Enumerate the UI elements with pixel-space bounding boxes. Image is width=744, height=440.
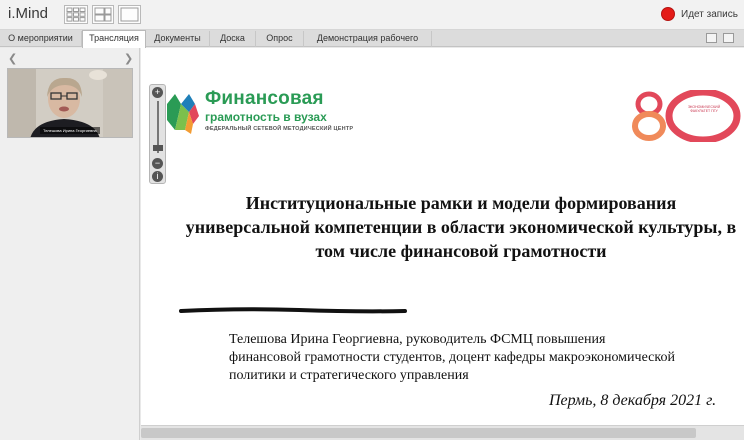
single-layout-icon (120, 7, 139, 22)
recording-label: Идет запись (681, 9, 738, 20)
presenter-video[interactable]: Телешова Ирина Георгиевна (7, 68, 133, 138)
faculty-label: ЭКОНОМИЧЕСКИЙ ФАКУЛЬТЕТ ПГУ (687, 105, 721, 113)
split-layout-button[interactable] (92, 5, 114, 24)
participants-panel: ❮ ❯ Телешова Ирина Георгиевна (0, 48, 140, 440)
zoom-in-icon[interactable]: + (152, 87, 163, 98)
grid-layout-button[interactable] (64, 5, 88, 24)
author-line-2: финансовой грамотности студентов, доцент… (229, 350, 675, 365)
zoom-out-icon[interactable]: − (152, 158, 163, 169)
tab-broadcast[interactable]: Трансляция (82, 30, 146, 48)
logo-title: Финансовая (205, 88, 324, 109)
grid-layout-icon (66, 7, 86, 22)
slide-author: Телешова Ирина Георгиевна, руководитель … (229, 331, 744, 385)
logo-subtitle: грамотность в вузах (205, 110, 327, 124)
top-bar: i.Mind Идет запись (0, 0, 744, 30)
tab-bar: О мероприятии Трансляция Документы Доска… (0, 30, 744, 58)
zoom-slider-handle[interactable] (153, 145, 163, 151)
recording-indicator-icon (661, 7, 675, 21)
tab-screen-share[interactable]: Демонстрация рабочего стола (304, 31, 432, 58)
faculty-80-logo-icon (632, 90, 741, 142)
logo-caption: ФЕДЕРАЛЬНЫЙ СЕТЕВОЙ МЕТОДИЧЕСКИЙ ЦЕНТР (205, 126, 354, 132)
info-icon[interactable]: i (152, 171, 163, 182)
prev-arrow-icon[interactable]: ❮ (8, 52, 17, 65)
next-arrow-icon[interactable]: ❯ (124, 52, 133, 65)
video-caption: Телешова Ирина Георгиевна (40, 127, 100, 134)
slide-title: Институциональные рамки и модели формиро… (185, 193, 737, 261)
tab-poll[interactable]: Опрос (256, 31, 304, 47)
zoom-control[interactable]: + − i (149, 84, 166, 184)
slide: Финансовая грамотность в вузах ФЕДЕРАЛЬН… (141, 48, 744, 425)
single-layout-button[interactable] (118, 5, 141, 24)
split-layout-icon (94, 7, 112, 22)
slide-date: Пермь, 8 декабря 2021 г. (549, 392, 717, 409)
author-line-1: Телешова Ирина Георгиевна, руководитель … (229, 332, 606, 347)
tab-about[interactable]: О мероприятии (0, 31, 82, 47)
fullscreen-icon[interactable] (723, 33, 734, 43)
presentation-area: Финансовая грамотность в вузах ФЕДЕРАЛЬН… (141, 48, 744, 440)
horizontal-scrollbar[interactable] (141, 425, 744, 440)
fsmc-logo-icon (167, 94, 199, 134)
scrollbar-thumb[interactable] (141, 428, 696, 438)
tab-board[interactable]: Доска (210, 31, 256, 47)
brush-stroke-divider (179, 307, 407, 314)
tab-documents[interactable]: Документы (146, 31, 210, 47)
app-title: i.Mind (8, 5, 49, 22)
author-line-3: политики и стратегического управления (229, 368, 469, 383)
window-icon[interactable] (706, 33, 717, 43)
